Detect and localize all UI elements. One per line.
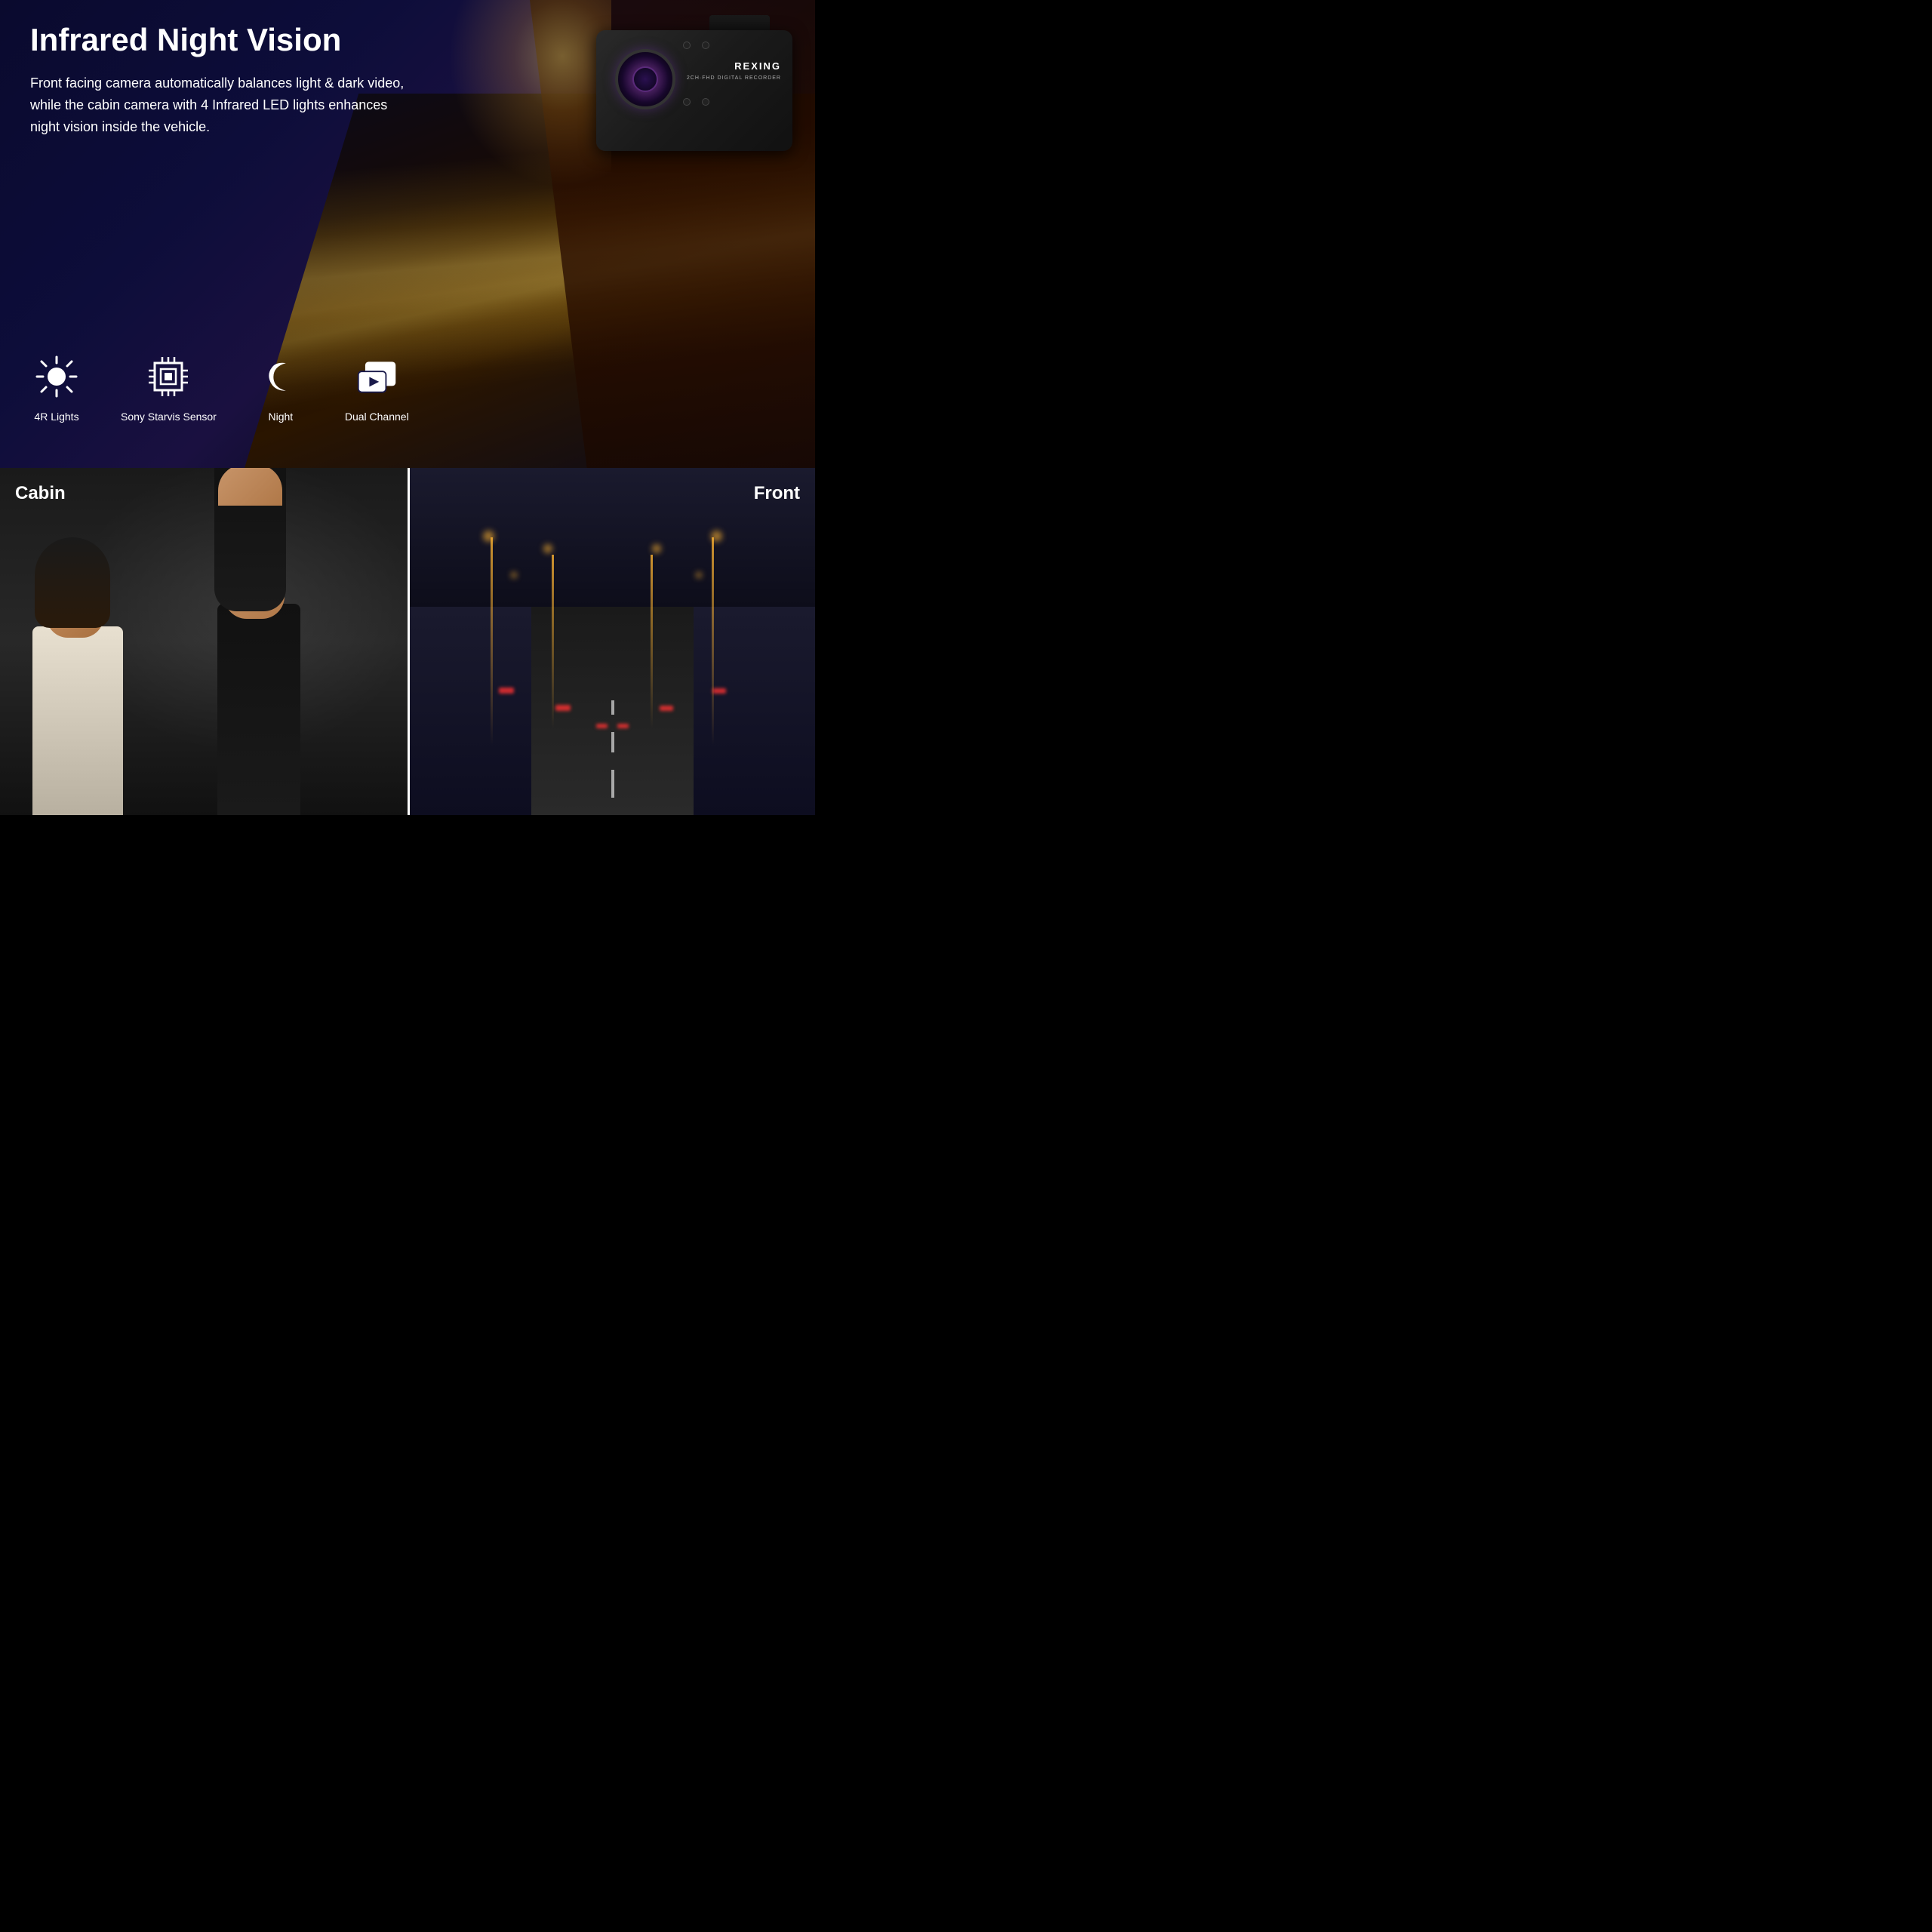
woman-side bbox=[20, 551, 141, 815]
icon-night: Night bbox=[254, 350, 307, 423]
light-glow-3 bbox=[711, 531, 722, 542]
street-light-4 bbox=[651, 555, 653, 728]
road-marking-3 bbox=[611, 700, 614, 714]
cabin-people bbox=[0, 503, 408, 815]
woman-side-body bbox=[32, 626, 123, 815]
cabin-panel: Cabin bbox=[0, 468, 408, 815]
woman-main-hair bbox=[214, 468, 286, 611]
camera-device: REXING 2CH·FHD DIGITAL RECORDER bbox=[581, 15, 792, 166]
tail-light-2 bbox=[555, 705, 571, 711]
woman-main-body bbox=[217, 604, 300, 815]
woman-side-hair bbox=[35, 537, 110, 628]
description: Front facing camera automatically balanc… bbox=[30, 72, 408, 137]
text-content: Infrared Night Vision Front facing camer… bbox=[30, 23, 408, 138]
tail-light-3 bbox=[712, 688, 726, 694]
light-glow-4 bbox=[652, 544, 661, 553]
front-label: Front bbox=[754, 483, 800, 504]
led-dot-bl bbox=[683, 98, 691, 106]
top-section: Infrared Night Vision Front facing camer… bbox=[0, 0, 815, 468]
camera-brand: REXING bbox=[734, 60, 781, 72]
camera-lens bbox=[615, 49, 675, 109]
tail-light-5 bbox=[596, 724, 608, 728]
tail-light-6 bbox=[617, 724, 629, 728]
woman-main bbox=[190, 513, 326, 815]
light-glow-1 bbox=[483, 531, 494, 542]
street-light-3 bbox=[712, 537, 714, 746]
cabin-label: Cabin bbox=[15, 483, 66, 504]
led-dot-tl bbox=[683, 42, 691, 49]
led-dot-br bbox=[702, 98, 709, 106]
led-dot-tr bbox=[702, 42, 709, 49]
light-glow-2 bbox=[543, 544, 552, 553]
camera-body: REXING 2CH·FHD DIGITAL RECORDER bbox=[596, 30, 792, 151]
bottom-section: Cabin Front bbox=[0, 468, 815, 815]
sony-sensor-label: Sony Starvis Sensor bbox=[121, 411, 217, 423]
dual-channel-icon bbox=[350, 350, 403, 403]
main-title: Infrared Night Vision bbox=[30, 23, 408, 57]
ir-lights-label: 4R Lights bbox=[34, 411, 78, 423]
street-light-1 bbox=[491, 537, 493, 746]
icon-dual-channel: Dual Channel bbox=[345, 350, 409, 423]
sun-icon bbox=[30, 350, 83, 403]
icons-row: 4R Lights bbox=[30, 350, 409, 423]
tail-light-4 bbox=[660, 706, 673, 711]
road-marking-1 bbox=[611, 770, 614, 798]
night-label: Night bbox=[269, 411, 294, 423]
light-glow-5 bbox=[511, 572, 517, 578]
road-marking-2 bbox=[611, 732, 614, 753]
camera-model: 2CH·FHD DIGITAL RECORDER bbox=[687, 75, 781, 81]
dual-channel-label: Dual Channel bbox=[345, 411, 409, 423]
street-light-2 bbox=[552, 555, 554, 728]
tail-light-1 bbox=[499, 688, 514, 694]
light-glow-6 bbox=[696, 572, 702, 578]
chip-icon bbox=[142, 350, 195, 403]
front-panel: Front bbox=[408, 468, 815, 815]
moon-icon bbox=[254, 350, 307, 403]
icon-sony-sensor: Sony Starvis Sensor bbox=[121, 350, 217, 423]
icon-ir-lights: 4R Lights bbox=[30, 350, 83, 423]
